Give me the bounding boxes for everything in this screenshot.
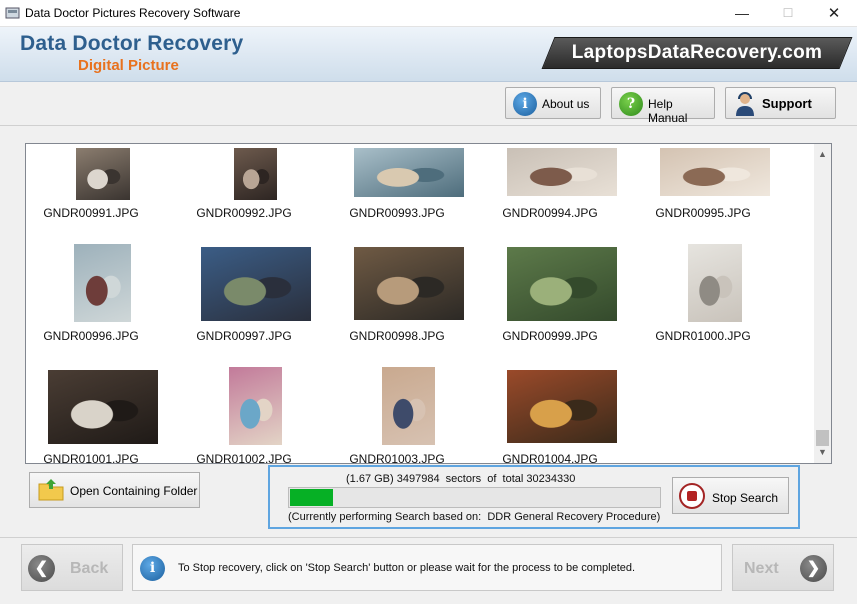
close-button[interactable]: ✕ [811, 0, 857, 27]
thumbnail-image[interactable] [48, 370, 158, 444]
thumbnail-image[interactable] [234, 148, 277, 200]
title-bar: Data Doctor Pictures Recovery Software —… [0, 0, 857, 27]
help-manual-label: Help Manual [648, 97, 688, 125]
scroll-down-icon[interactable]: ▼ [814, 444, 831, 461]
sectors-text: (1.67 GB) 3497984 sectors of total 30234… [346, 473, 576, 485]
stop-icon [679, 483, 705, 509]
separator [0, 125, 857, 126]
thumbnail-filename: GNDR00991.JPG [43, 206, 139, 220]
thumbnail-image[interactable] [507, 247, 617, 321]
thumbnail-image[interactable] [76, 148, 130, 200]
thumbnail-filename: GNDR00995.JPG [655, 206, 751, 220]
thumbnail-filename: GNDR00994.JPG [502, 206, 598, 220]
open-folder-label: Open Containing Folder [70, 484, 198, 498]
thumbnail-image[interactable] [688, 244, 742, 322]
app-header: Data Doctor Recovery Digital Picture Lap… [0, 27, 857, 82]
thumbnail-filename: GNDR00993.JPG [349, 206, 445, 220]
window-title: Data Doctor Pictures Recovery Software [25, 6, 241, 20]
thumbnail-filename: GNDR01004.JPG [502, 452, 598, 464]
thumbnail-filename: GNDR00996.JPG [43, 329, 139, 343]
thumbnail-image[interactable] [229, 367, 282, 445]
thumbnail-tile[interactable]: GNDR01000.JPG [638, 144, 768, 343]
info-message: To Stop recovery, click on 'Stop Search'… [178, 562, 636, 574]
info-icon: i [513, 92, 537, 116]
next-arrow-icon: ❯ [800, 555, 827, 582]
stop-search-label: Stop Search [712, 491, 779, 505]
folder-icon [38, 479, 64, 501]
vertical-scrollbar[interactable]: ▲ ▼ [814, 144, 831, 463]
thumbnail-tile[interactable]: GNDR01001.JPG [26, 144, 158, 463]
current-procedure-text: (Currently performing Search based on: D… [288, 511, 661, 523]
thumbnail-filename: GNDR01000.JPG [655, 329, 751, 343]
support-agent-icon [736, 92, 754, 116]
thumbnail-image[interactable] [354, 247, 464, 320]
thumbnail-filename: GNDR01002.JPG [196, 452, 292, 464]
thumbnail-filename: GNDR00999.JPG [502, 329, 598, 343]
thumbnail-filename: GNDR00998.JPG [349, 329, 445, 343]
open-containing-folder-button[interactable]: Open Containing Folder [29, 472, 200, 508]
back-button[interactable]: ❮ Back [21, 544, 123, 591]
thumbnail-filename: GNDR01003.JPG [349, 452, 445, 464]
search-progress-bar [288, 487, 661, 508]
thumbnail-image[interactable] [354, 148, 464, 197]
thumbnail-image[interactable] [507, 370, 617, 443]
help-icon: ? [619, 92, 643, 116]
search-status-panel: (1.67 GB) 3497984 sectors of total 30234… [268, 465, 800, 529]
about-us-button[interactable]: i About us [505, 87, 601, 119]
thumbnail-image[interactable] [74, 244, 131, 322]
site-url: LaptopsDataRecovery.com [571, 42, 823, 63]
thumbnail-tile[interactable]: GNDR01003.JPG [332, 144, 462, 463]
separator [0, 537, 857, 538]
next-button[interactable]: Next ❯ [732, 544, 834, 591]
support-label: Support [762, 96, 812, 111]
help-manual-button[interactable]: ? Help Manual [611, 87, 715, 125]
scroll-up-icon[interactable]: ▲ [814, 146, 831, 163]
thumbnail-image[interactable] [201, 247, 311, 321]
maximize-button[interactable]: ☐ [765, 0, 811, 27]
thumbnail-image[interactable] [507, 148, 617, 196]
thumbnail-filename: GNDR00997.JPG [196, 329, 292, 343]
info-icon: i [140, 556, 165, 581]
support-button[interactable]: Support [725, 87, 836, 119]
thumbnail-image[interactable] [382, 367, 435, 445]
thumbnail-tile[interactable]: GNDR01004.JPG [485, 144, 617, 463]
thumbnail-filename: GNDR00992.JPG [196, 206, 292, 220]
back-label: Back [70, 560, 109, 577]
minimize-button[interactable]: — [719, 0, 765, 27]
about-us-label: About us [542, 97, 590, 111]
back-arrow-icon: ❮ [28, 555, 55, 582]
progress-fill [290, 489, 333, 506]
stop-search-button[interactable]: Stop Search [672, 477, 789, 514]
brand-title: Data Doctor Recovery [20, 32, 244, 55]
thumbnail-image[interactable] [660, 148, 770, 196]
thumbnail-gallery[interactable]: ▲ ▼ GNDR00991.JPG GNDR00992.JPG GNDR00993.… [25, 143, 832, 464]
app-icon [5, 7, 20, 19]
brand-subtitle: Digital Picture [78, 57, 179, 74]
info-bar: i To Stop recovery, click on 'Stop Searc… [132, 544, 722, 591]
next-label: Next [744, 560, 779, 577]
thumbnail-tile[interactable]: GNDR01002.JPG [179, 144, 309, 463]
thumbnail-filename: GNDR01001.JPG [43, 452, 139, 464]
